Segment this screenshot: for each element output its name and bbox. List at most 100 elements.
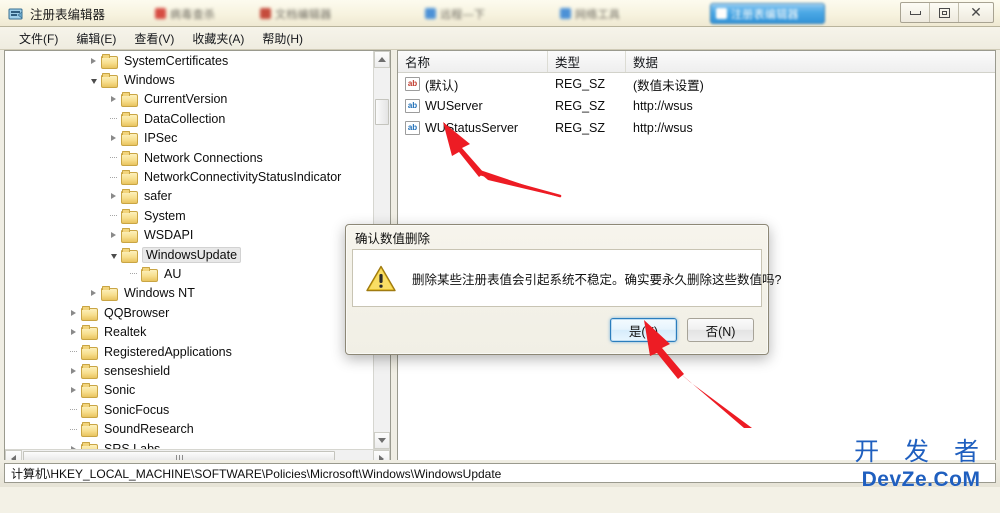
tree-item-sonicfocus[interactable]: SonicFocus bbox=[5, 400, 373, 419]
chevron-right-icon[interactable] bbox=[67, 384, 80, 397]
folder-icon bbox=[121, 150, 138, 166]
tree-item-label: SonicFocus bbox=[104, 402, 170, 417]
tree-item-realtek[interactable]: Realtek bbox=[5, 322, 373, 341]
tree-item-label: SystemCertificates bbox=[124, 53, 229, 68]
tree-line-connector bbox=[107, 171, 120, 184]
tree-item-label: senseshield bbox=[104, 363, 171, 378]
triangle-closed-icon bbox=[71, 329, 76, 336]
chevron-right-icon[interactable] bbox=[107, 93, 120, 106]
tree-item-label: safer bbox=[144, 189, 172, 204]
menu-view[interactable]: 查看(V) bbox=[125, 27, 183, 50]
tree-item-label: WindowsUpdate bbox=[142, 246, 242, 263]
dialog-yes-button[interactable]: 是(Y) bbox=[610, 318, 677, 342]
menu-edit[interactable]: 编辑(E) bbox=[67, 27, 125, 50]
tree-item-currentversion[interactable]: CurrentVersion bbox=[5, 90, 373, 109]
value-name: WUServer bbox=[425, 99, 483, 113]
column-header-type[interactable]: 类型 bbox=[548, 51, 626, 72]
cell-data: (数值未设置) bbox=[633, 78, 704, 93]
status-bar-path: 计算机\HKEY_LOCAL_MACHINE\SOFTWARE\Policies… bbox=[11, 466, 502, 481]
folder-icon bbox=[121, 92, 138, 108]
tree-item-registeredapplications[interactable]: RegisteredApplications bbox=[5, 342, 373, 361]
tree-item-sonic[interactable]: Sonic bbox=[5, 381, 373, 400]
dialog-buttons: 是(Y) 否(N) bbox=[610, 318, 754, 342]
chevron-down-icon[interactable] bbox=[107, 248, 120, 261]
cell-type: REG_SZ bbox=[555, 121, 606, 135]
column-header-name[interactable]: 名称 bbox=[398, 51, 548, 72]
triangle-closed-icon bbox=[111, 232, 116, 239]
folder-icon bbox=[121, 170, 138, 186]
list-header: 名称 类型 数据 bbox=[398, 51, 995, 73]
tree-item-au[interactable]: AU bbox=[5, 264, 373, 283]
string-value-icon-red: ab bbox=[405, 77, 420, 91]
dialog-body: 删除某些注册表值会引起系统不稳定。确实要永久删除这些数值吗? bbox=[352, 249, 781, 307]
menu-file[interactable]: 文件(F) bbox=[10, 27, 67, 50]
folder-icon bbox=[81, 344, 98, 360]
tree-item-network-connections[interactable]: Network Connections bbox=[5, 148, 373, 167]
registry-tree-pane: SystemCertificates Windows CurrentVersion D… bbox=[4, 50, 391, 468]
folder-icon bbox=[81, 422, 98, 438]
tree-item-label: RegisteredApplications bbox=[104, 344, 232, 359]
folder-icon bbox=[81, 363, 98, 379]
chevron-right-icon[interactable] bbox=[87, 54, 100, 67]
value-name: WUStatusServer bbox=[425, 121, 519, 135]
tree-item-label: Windows bbox=[124, 73, 175, 88]
watermark: 开 发 者 DevZe.CoM bbox=[854, 437, 988, 491]
cell-data: http://wsus bbox=[633, 121, 693, 135]
tree-item-label: SRS Labs bbox=[104, 441, 161, 450]
string-value-icon-blue: ab bbox=[405, 121, 420, 135]
scroll-up-button[interactable] bbox=[374, 51, 390, 68]
chevron-right-icon[interactable] bbox=[67, 326, 80, 339]
dialog-no-button[interactable]: 否(N) bbox=[687, 318, 754, 342]
chevron-right-icon[interactable] bbox=[67, 364, 80, 377]
status-bar: 计算机\HKEY_LOCAL_MACHINE\SOFTWARE\Policies… bbox=[4, 463, 996, 483]
tree-vertical-scroll-thumb[interactable] bbox=[375, 99, 389, 125]
tree-item-srs-labs[interactable]: SRS Labs bbox=[5, 439, 373, 449]
tree-item-label: Sonic bbox=[104, 383, 136, 398]
cell-name: ab WUServer bbox=[398, 95, 548, 117]
triangle-closed-icon bbox=[111, 193, 116, 200]
chevron-right-icon[interactable] bbox=[87, 287, 100, 300]
chevron-down-icon[interactable] bbox=[87, 74, 100, 87]
string-value-icon-blue: ab bbox=[405, 99, 420, 113]
tree-item-soundresearch[interactable]: SoundResearch bbox=[5, 419, 373, 438]
chevron-right-icon[interactable] bbox=[67, 306, 80, 319]
folder-icon bbox=[81, 305, 98, 321]
tree-item-ipsec[interactable]: IPSec bbox=[5, 129, 373, 148]
tree-item-wsdapi[interactable]: WSDAPI bbox=[5, 226, 373, 245]
menu-help[interactable]: 帮助(H) bbox=[253, 27, 312, 50]
folder-icon bbox=[81, 325, 98, 341]
watermark-cn: 开 发 者 bbox=[854, 437, 988, 466]
tree-item-qqbrowser[interactable]: QQBrowser bbox=[5, 303, 373, 322]
table-row[interactable]: ab WUServer REG_SZ http://wsus bbox=[398, 95, 995, 117]
column-header-data[interactable]: 数据 bbox=[626, 51, 995, 72]
chevron-right-icon[interactable] bbox=[107, 190, 120, 203]
triangle-closed-icon bbox=[91, 290, 96, 297]
tree-item-windowsupdate[interactable]: WindowsUpdate bbox=[5, 245, 373, 264]
tree-line-connector bbox=[67, 345, 80, 358]
chevron-right-icon[interactable] bbox=[107, 229, 120, 242]
scroll-down-button[interactable] bbox=[374, 432, 390, 449]
tree-item-datacollection[interactable]: DataCollection bbox=[5, 109, 373, 128]
triangle-closed-icon bbox=[71, 387, 76, 394]
chevron-right-icon[interactable] bbox=[67, 442, 80, 449]
registry-tree[interactable]: SystemCertificates Windows CurrentVersion D… bbox=[5, 51, 373, 449]
confirm-value-delete-dialog: 确认数值删除 删除某些注册表值会引起系统不稳定。确实要永久删除这些数值吗? 是(… bbox=[345, 224, 781, 355]
tree-item-windows[interactable]: Windows bbox=[5, 70, 373, 89]
menu-favorites[interactable]: 收藏夹(A) bbox=[183, 27, 253, 50]
folder-icon bbox=[121, 247, 138, 263]
triangle-closed-icon bbox=[111, 96, 116, 103]
table-row[interactable]: ab WUStatusServer REG_SZ http://wsus bbox=[398, 117, 995, 139]
tree-item-safer[interactable]: safer bbox=[5, 187, 373, 206]
tree-item-label: DataCollection bbox=[144, 111, 226, 126]
tree-item-system[interactable]: System bbox=[5, 206, 373, 225]
tree-item-networkconnectivitystatusindicator[interactable]: NetworkConnectivityStatusIndicator bbox=[5, 167, 373, 186]
tree-item-senseshield[interactable]: senseshield bbox=[5, 361, 373, 380]
menu-bar: 文件(F) 编辑(E) 查看(V) 收藏夹(A) 帮助(H) bbox=[0, 27, 1000, 50]
folder-icon bbox=[81, 383, 98, 399]
list-body: ab (默认) REG_SZ (数值未设置) ab WUServer REG_SZ http:… bbox=[398, 73, 995, 139]
tree-item-windows-nt[interactable]: Windows NT bbox=[5, 284, 373, 303]
tree-item-label: SoundResearch bbox=[104, 422, 194, 437]
chevron-right-icon[interactable] bbox=[107, 132, 120, 145]
table-row[interactable]: ab (默认) REG_SZ (数值未设置) bbox=[398, 73, 995, 95]
tree-item-systemcertificates[interactable]: SystemCertificates bbox=[5, 51, 373, 70]
